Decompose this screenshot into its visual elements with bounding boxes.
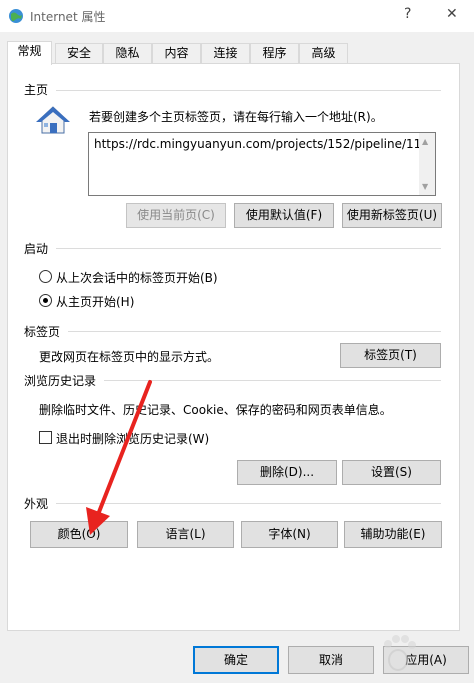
group-divider xyxy=(56,248,441,249)
home-url-textarea[interactable]: https://rdc.mingyuanyun.com/projects/152… xyxy=(88,132,436,196)
group-divider xyxy=(56,503,441,504)
tab-security[interactable]: 安全 xyxy=(55,43,103,64)
appearance-group-label: 外观 xyxy=(24,497,49,511)
delete-history-on-exit-label[interactable]: 退出时删除浏览历史记录(W) xyxy=(56,430,209,447)
tab-connections[interactable]: 连接 xyxy=(201,43,250,64)
startup-last-session-label[interactable]: 从上次会话中的标签页开始(B) xyxy=(56,269,218,286)
tab-general[interactable]: 常规 xyxy=(7,41,52,65)
fonts-button[interactable]: 字体(N) xyxy=(241,521,338,548)
tab-advanced[interactable]: 高级 xyxy=(299,43,348,64)
tab-programs[interactable]: 程序 xyxy=(250,43,299,64)
ok-button[interactable]: 确定 xyxy=(193,646,279,674)
scroll-up-icon[interactable]: ▲ xyxy=(422,137,428,146)
group-divider xyxy=(56,90,441,91)
startup-home-label[interactable]: 从主页开始(H) xyxy=(56,293,134,310)
window-title: Internet 属性 xyxy=(30,10,106,24)
cancel-button[interactable]: 取消 xyxy=(288,646,374,674)
home-page-group-label: 主页 xyxy=(24,83,49,97)
tab-privacy[interactable]: 隐私 xyxy=(103,43,152,64)
group-divider xyxy=(104,380,441,381)
accessibility-button[interactable]: 辅助功能(E) xyxy=(344,521,442,548)
delete-history-on-exit-checkbox[interactable] xyxy=(39,431,52,444)
group-divider xyxy=(68,331,441,332)
title-bar: Internet 属性 ? ✕ xyxy=(0,0,474,32)
tab-content[interactable]: 内容 xyxy=(152,43,201,64)
tabs-settings-button[interactable]: 标签页(T) xyxy=(340,343,441,368)
use-current-button[interactable]: 使用当前页(C) xyxy=(126,203,226,228)
use-default-button[interactable]: 使用默认值(F) xyxy=(234,203,334,228)
delete-history-button[interactable]: 删除(D)... xyxy=(237,460,337,485)
scroll-down-icon[interactable]: ▼ xyxy=(422,182,428,191)
home-instruction: 若要创建多个主页标签页，请在每行输入一个地址(R)。 xyxy=(89,110,383,124)
startup-home-radio[interactable] xyxy=(39,294,52,307)
help-icon[interactable]: ? xyxy=(404,6,411,22)
startup-last-session-radio[interactable] xyxy=(39,270,52,283)
close-icon[interactable]: ✕ xyxy=(446,6,458,22)
home-icon xyxy=(36,106,70,134)
textarea-scrollbar[interactable]: ▲ ▼ xyxy=(419,133,435,195)
general-tab-panel: 主页 若要创建多个主页标签页，请在每行输入一个地址(R)。 https://rd… xyxy=(7,63,460,631)
use-new-tab-button[interactable]: 使用新标签页(U) xyxy=(342,203,442,228)
history-description: 删除临时文件、历史记录、Cookie、保存的密码和网页表单信息。 xyxy=(39,403,392,417)
watermark-paw-icon xyxy=(384,635,416,671)
internet-options-icon xyxy=(9,9,23,23)
languages-button[interactable]: 语言(L) xyxy=(137,521,234,548)
home-url-value: https://rdc.mingyuanyun.com/projects/152… xyxy=(94,137,429,151)
tabs-group-label: 标签页 xyxy=(24,325,61,339)
history-settings-button[interactable]: 设置(S) xyxy=(342,460,441,485)
tabs-description: 更改网页在标签页中的显示方式。 xyxy=(39,350,220,364)
colors-button[interactable]: 颜色(O) xyxy=(30,521,128,548)
history-group-label: 浏览历史记录 xyxy=(24,374,97,388)
startup-group-label: 启动 xyxy=(24,242,49,256)
